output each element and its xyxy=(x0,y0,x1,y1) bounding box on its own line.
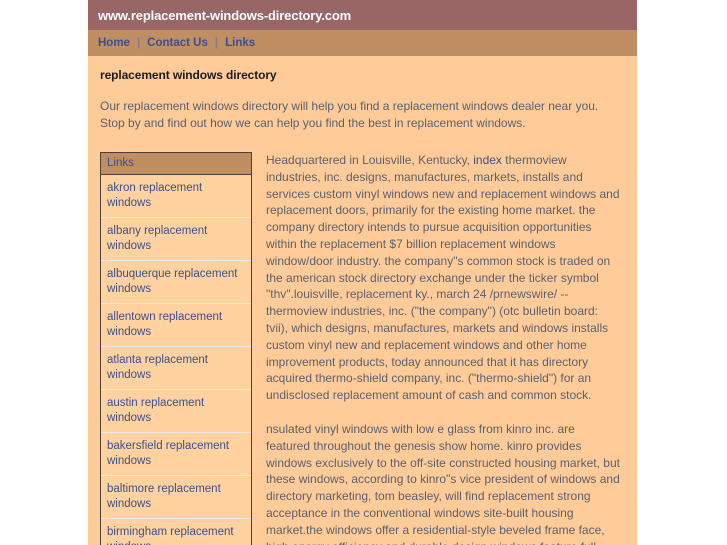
sidebar-link-list: akron replacement windows albany replace… xyxy=(101,175,251,545)
sidebar-item-baltimore[interactable]: baltimore replacement windows xyxy=(101,476,251,518)
intro-paragraph: Our replacement windows directory will h… xyxy=(100,99,599,130)
article-text-after-link: thermoview industries, inc. designs, man… xyxy=(266,153,620,403)
sidebar-item-allentown[interactable]: allentown replacement windows xyxy=(101,304,251,346)
list-item: allentown replacement windows xyxy=(101,304,251,347)
sidebar-item-atlanta[interactable]: atlanta replacement windows xyxy=(101,347,251,389)
sidebar-item-akron[interactable]: akron replacement windows xyxy=(101,175,251,217)
nav-link-contact-us[interactable]: Contact Us xyxy=(147,37,208,49)
article-paragraph-2: nsulated vinyl windows with low e glass … xyxy=(266,421,620,545)
list-item: baltimore replacement windows xyxy=(101,476,251,519)
site-title: www.replacement-windows-directory.com xyxy=(98,7,352,23)
article-paragraph-1: Headquartered in Louisville, Kentucky, i… xyxy=(266,152,621,404)
page-container: www.replacement-windows-directory.com Ho… xyxy=(88,0,637,545)
nav-link-home[interactable]: Home xyxy=(98,37,130,49)
main-navigation: Home | Contact Us | Links xyxy=(88,30,637,56)
nav-separator: | xyxy=(136,37,141,49)
list-item: albany replacement windows xyxy=(101,218,251,261)
inline-link-index[interactable]: index xyxy=(473,153,502,167)
intro-section: replacement windows directory Our replac… xyxy=(88,56,637,132)
article-body: Headquartered in Louisville, Kentucky, i… xyxy=(252,152,625,545)
site-header: www.replacement-windows-directory.com xyxy=(88,0,637,30)
sidebar-item-albuquerque[interactable]: albuquerque replacement windows xyxy=(101,261,251,303)
nav-link-links[interactable]: Links xyxy=(225,37,255,49)
sidebar-heading: Links xyxy=(101,153,251,175)
list-item: albuquerque replacement windows xyxy=(101,261,251,304)
article-text-before-link: Headquartered in Louisville, Kentucky, xyxy=(266,153,474,167)
nav-separator: | xyxy=(214,37,219,49)
sidebar-item-bakersfield[interactable]: bakersfield replacement windows xyxy=(101,433,251,475)
list-item: atlanta replacement windows xyxy=(101,347,251,390)
sidebar-item-albany[interactable]: albany replacement windows xyxy=(101,218,251,260)
list-item: bakersfield replacement windows xyxy=(101,433,251,476)
sidebar-item-birmingham[interactable]: birmingham replacement windows xyxy=(101,519,251,545)
list-item: birmingham replacement windows xyxy=(101,519,251,545)
sidebar-item-austin[interactable]: austin replacement windows xyxy=(101,390,251,432)
content-columns: Links akron replacement windows albany r… xyxy=(88,132,637,545)
page-title: replacement windows directory xyxy=(100,68,277,82)
sidebar-links-box: Links akron replacement windows albany r… xyxy=(100,152,252,545)
list-item: austin replacement windows xyxy=(101,390,251,433)
list-item: akron replacement windows xyxy=(101,175,251,218)
